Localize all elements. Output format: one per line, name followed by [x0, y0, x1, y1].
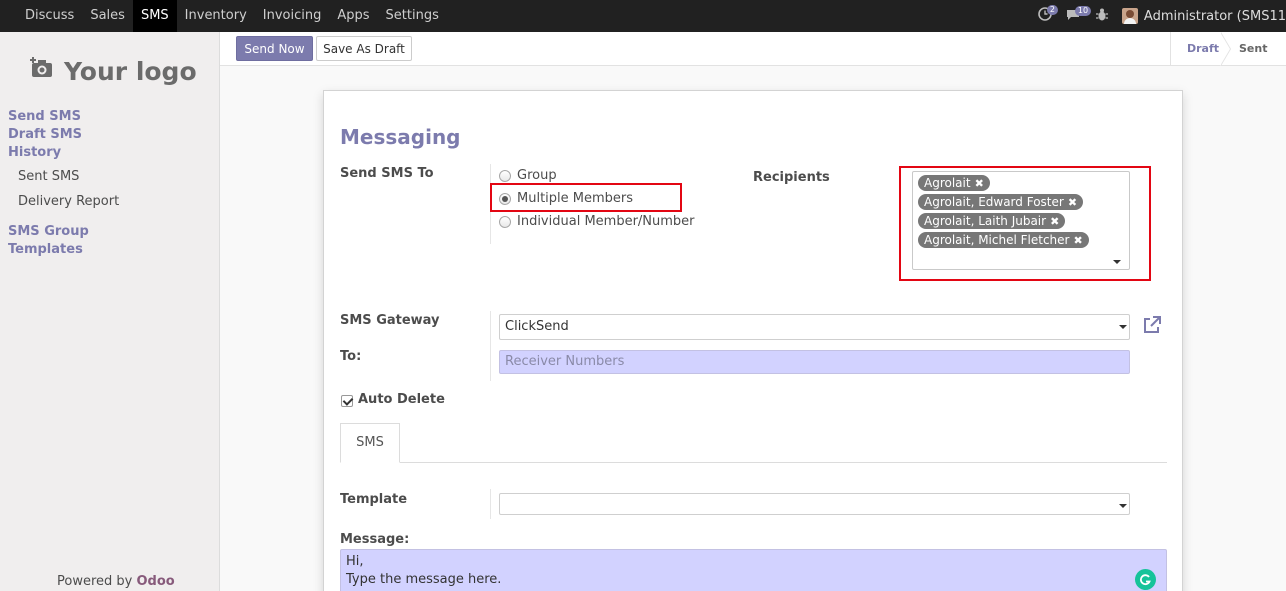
- radio-individual[interactable]: Individual Member/Number: [499, 214, 695, 229]
- divider: [490, 311, 491, 381]
- save-as-draft-button[interactable]: Save As Draft: [316, 36, 412, 61]
- activity-button[interactable]: 2: [1038, 5, 1058, 25]
- radio-group-input[interactable]: [499, 169, 511, 182]
- bug-icon: [1095, 8, 1108, 25]
- activity-count-badge: 2: [1046, 5, 1058, 15]
- status-sent[interactable]: Sent: [1229, 32, 1267, 66]
- recipient-tag: Agrolait ✖: [918, 175, 990, 191]
- chevron-down-icon[interactable]: [1113, 260, 1121, 264]
- odoo-link[interactable]: Odoo: [137, 574, 175, 589]
- powered-by-text: Powered by: [57, 574, 133, 589]
- menu-sms[interactable]: SMS: [132, 0, 177, 32]
- company-logo: Your logo: [30, 56, 197, 86]
- recipient-tag: Agrolait, Laith Jubair ✖: [918, 213, 1066, 229]
- message-line: Hi,: [346, 554, 364, 569]
- chevron-down-icon: [1119, 504, 1127, 508]
- radio-individual-input[interactable]: [499, 215, 511, 228]
- tab-sms[interactable]: SMS: [340, 423, 400, 463]
- debug-button[interactable]: [1095, 8, 1108, 25]
- recipient-tag: Agrolait, Edward Foster ✖: [918, 194, 1084, 210]
- send-now-button[interactable]: Send Now: [236, 36, 313, 61]
- receiver-numbers-input[interactable]: Receiver Numbers: [499, 350, 1130, 374]
- form-sheet: Messaging Send SMS To Group Multiple Mem…: [323, 90, 1183, 591]
- sms-gateway-select[interactable]: ClickSend: [499, 314, 1130, 340]
- recipients-label: Recipients: [753, 170, 830, 185]
- message-textarea[interactable]: Hi, Type the message here.: [340, 549, 1167, 591]
- page-title: Messaging: [340, 125, 461, 149]
- menu-invoicing[interactable]: Invoicing: [255, 0, 330, 32]
- message-label: Message:: [340, 532, 410, 547]
- app-menu: Discuss Sales SMS Inventory Invoicing Ap…: [17, 0, 447, 32]
- systray: 2 10 Administrator (SMS11: [1038, 0, 1286, 32]
- template-label: Template: [340, 492, 408, 507]
- form-view: Messaging Send SMS To Group Multiple Mem…: [220, 66, 1286, 591]
- menu-inventory[interactable]: Inventory: [177, 0, 255, 32]
- recipients-field[interactable]: Agrolait ✖ Agrolait, Edward Foster ✖ Agrol…: [912, 171, 1130, 270]
- menu-apps[interactable]: Apps: [329, 0, 377, 32]
- logo-text: Your logo: [64, 56, 197, 86]
- send-sms-to-label: Send SMS To: [340, 166, 434, 181]
- sidebar-item-sent-sms[interactable]: Sent SMS: [18, 169, 79, 184]
- sidebar-item-draft-sms[interactable]: Draft SMS: [8, 127, 82, 142]
- auto-delete-label: Auto Delete: [358, 392, 445, 407]
- message-count-badge: 10: [1074, 5, 1092, 16]
- user-menu[interactable]: Administrator (SMS11: [1144, 9, 1286, 24]
- notebook-tabs: SMS: [340, 423, 1167, 463]
- user-avatar[interactable]: [1121, 8, 1138, 24]
- sidebar-item-history[interactable]: History: [8, 145, 61, 160]
- status-draft[interactable]: Draft: [1171, 32, 1231, 66]
- remove-tag-icon[interactable]: ✖: [1073, 234, 1082, 247]
- divider: [490, 489, 491, 519]
- recipient-tag: Agrolait, Michel Fletcher ✖: [918, 232, 1089, 248]
- sidebar-item-send-sms[interactable]: Send SMS: [8, 109, 81, 124]
- template-select[interactable]: [499, 493, 1130, 515]
- auto-delete-checkbox[interactable]: [341, 395, 353, 407]
- radio-group-label: Group: [517, 168, 557, 183]
- to-label: To:: [340, 349, 362, 364]
- sidebar-item-sms-group[interactable]: SMS Group: [8, 224, 89, 239]
- external-link-icon[interactable]: [1142, 316, 1162, 338]
- sms-gateway-label: SMS Gateway: [340, 313, 440, 328]
- messaging-button[interactable]: 10: [1066, 5, 1092, 25]
- remove-tag-icon[interactable]: ✖: [1068, 196, 1077, 209]
- sidebar: Your logo Send SMS Draft SMS History Sen…: [0, 32, 220, 591]
- radio-group[interactable]: Group: [499, 168, 557, 183]
- remove-tag-icon[interactable]: ✖: [975, 177, 984, 190]
- grammarly-icon[interactable]: [1135, 569, 1156, 590]
- menu-discuss[interactable]: Discuss: [17, 0, 82, 32]
- menu-sales[interactable]: Sales: [82, 0, 133, 32]
- remove-tag-icon[interactable]: ✖: [1050, 215, 1059, 228]
- sidebar-item-templates[interactable]: Templates: [8, 242, 83, 257]
- sidebar-item-delivery-report[interactable]: Delivery Report: [18, 194, 119, 209]
- highlight-box: [490, 183, 682, 212]
- statusbar: Draft Sent: [1170, 32, 1286, 66]
- control-panel: Send Now Save As Draft Draft Sent: [220, 32, 1286, 66]
- message-line: Type the message here.: [346, 572, 502, 587]
- camera-icon: [30, 56, 64, 86]
- radio-individual-label: Individual Member/Number: [517, 214, 695, 229]
- powered-by: Powered by Odoo: [57, 574, 175, 589]
- chevron-down-icon: [1119, 325, 1127, 329]
- top-navbar: Discuss Sales SMS Inventory Invoicing Ap…: [0, 0, 1286, 32]
- menu-settings[interactable]: Settings: [378, 0, 447, 32]
